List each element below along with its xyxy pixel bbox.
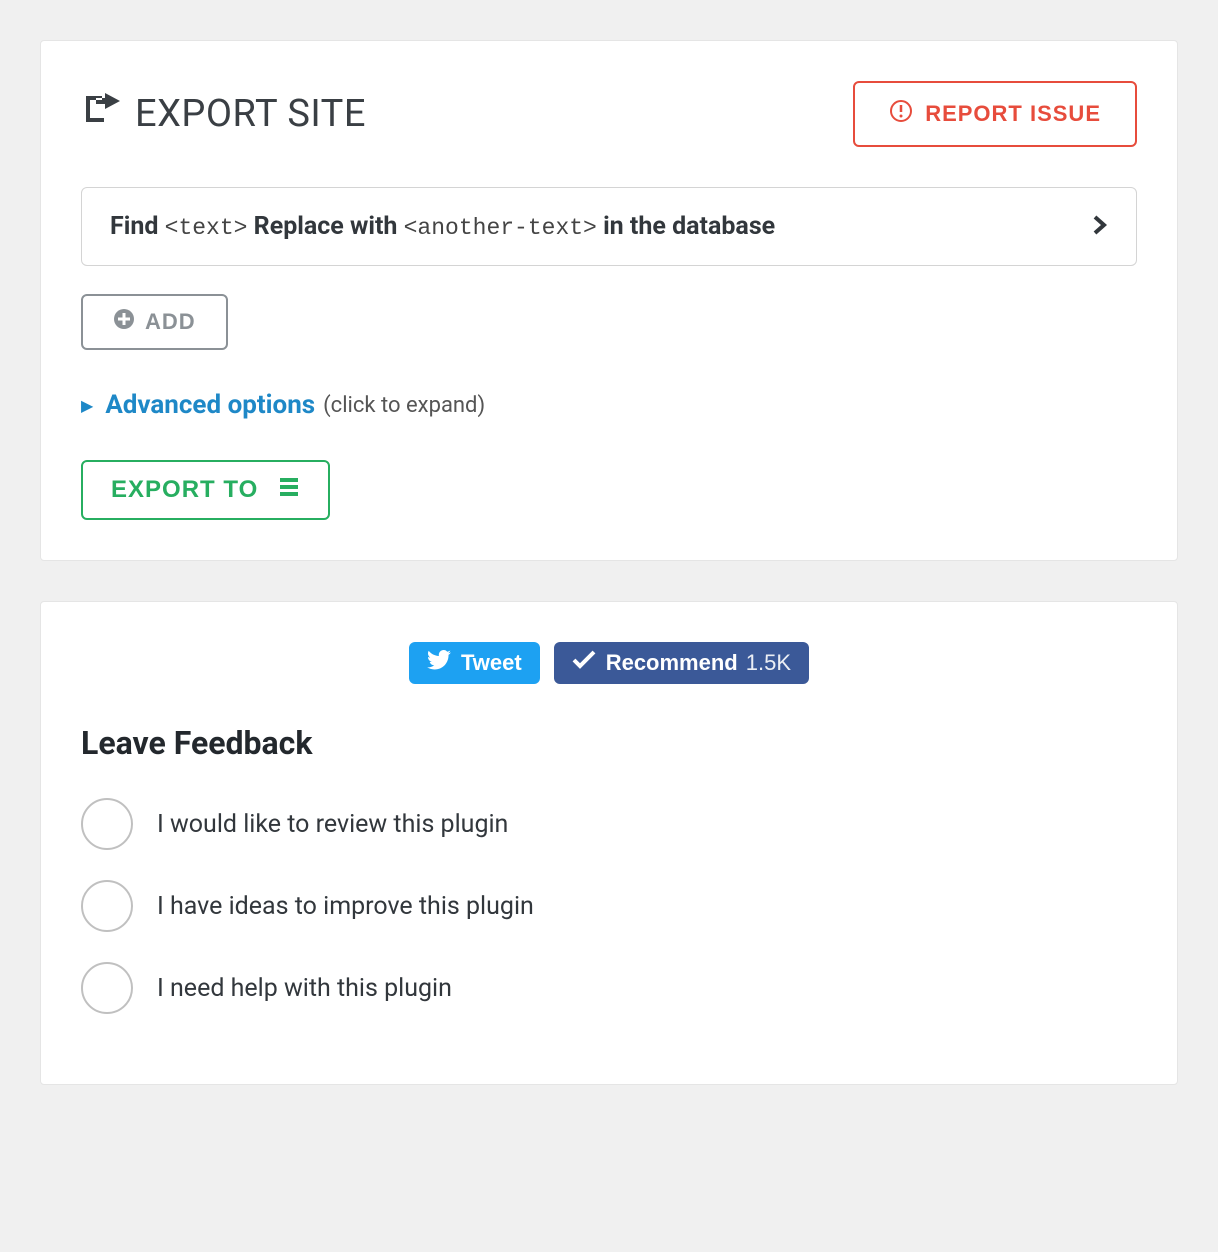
feedback-option-review[interactable]: I would like to review this plugin [81,798,1137,850]
feedback-label: I have ideas to improve this plugin [157,892,534,921]
feedback-option-help[interactable]: I need help with this plugin [81,962,1137,1014]
page-title: EXPORT SITE [81,91,366,137]
tweet-label: Tweet [461,650,522,676]
export-card: EXPORT SITE REPORT ISSUE Find <text> Rep… [40,40,1178,561]
report-issue-label: REPORT ISSUE [925,101,1101,127]
report-issue-button[interactable]: REPORT ISSUE [853,81,1137,147]
export-to-button[interactable]: EXPORT TO [81,460,330,520]
radio-input[interactable] [81,798,133,850]
export-to-label: EXPORT TO [111,476,258,504]
advanced-options-toggle[interactable]: ▶ Advanced options (click to expand) [81,390,1137,420]
check-icon [572,650,606,676]
find-label: Find [110,212,158,241]
find-replace-text: Find <text> Replace with <another-text> … [110,212,775,241]
advanced-options-hint: (click to expand) [323,393,485,418]
find-replace-row[interactable]: Find <text> Replace with <another-text> … [81,187,1137,266]
twitter-icon [427,650,461,676]
replace-suffix: in the database [603,212,775,241]
replace-placeholder: <another-text> [404,215,597,241]
social-row: Tweet Recommend 1.5K [81,642,1137,684]
recommend-button[interactable]: Recommend 1.5K [554,642,809,684]
add-label: ADD [145,309,196,335]
recommend-label: Recommend [606,650,738,676]
export-header: EXPORT SITE REPORT ISSUE [81,81,1137,147]
plus-circle-icon [113,308,145,336]
caret-right-icon: ▶ [81,396,93,415]
tweet-button[interactable]: Tweet [409,642,540,684]
feedback-title: Leave Feedback [81,724,1137,762]
menu-icon [258,476,300,504]
feedback-label: I would like to review this plugin [157,810,508,839]
radio-input[interactable] [81,880,133,932]
alert-icon [889,99,925,129]
radio-input[interactable] [81,962,133,1014]
chevron-right-icon [1092,213,1108,241]
recommend-count: 1.5K [746,650,791,676]
replace-label: Replace with [254,212,398,241]
feedback-label: I need help with this plugin [157,974,452,1003]
find-placeholder: <text> [165,215,248,241]
feedback-option-ideas[interactable]: I have ideas to improve this plugin [81,880,1137,932]
add-button[interactable]: ADD [81,294,228,350]
page-title-text: EXPORT SITE [135,92,366,136]
export-icon [81,91,135,137]
advanced-options-link: Advanced options [105,390,315,420]
feedback-card: Tweet Recommend 1.5K Leave Feedback I wo… [40,601,1178,1085]
